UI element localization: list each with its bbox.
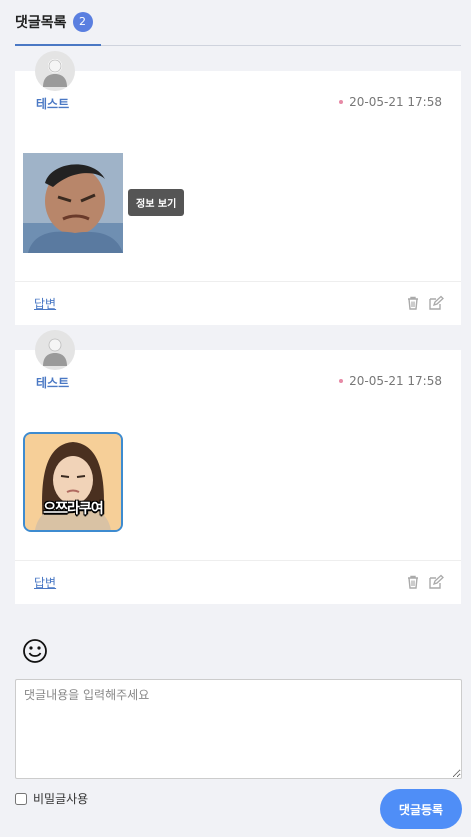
reply-link[interactable]: 답변 [34,295,56,312]
comment-photo[interactable] [23,153,123,253]
sticker-caption: 으쯔라쿠여 [43,501,103,517]
divider [15,560,461,561]
trash-icon[interactable] [405,574,421,590]
comment-tab-bar: 댓글목록 2 [15,0,461,46]
avatar [35,330,75,370]
comment-author[interactable]: 테스트 [36,374,69,391]
comment-author[interactable]: 테스트 [36,95,69,112]
secret-label: 비밀글사용 [33,792,89,806]
edit-icon[interactable] [428,574,444,590]
secret-option[interactable]: 비밀글사용 [15,790,88,807]
comment-sticker[interactable]: 으쯔라쿠여 [23,432,123,532]
trash-icon[interactable] [405,295,421,311]
tab-comment-list-label: 댓글목록 [15,15,67,31]
comment-textarea[interactable] [15,679,462,779]
comment-card: 테스트 20-05-21 17:58 으쯔라쿠여 답변 [15,330,461,604]
tab-comment-list[interactable]: 댓글목록 2 [15,0,101,46]
submit-comment-button[interactable]: 댓글등록 [380,789,462,829]
user-avatar-icon [43,338,67,366]
photo-icon [23,153,123,253]
secret-checkbox[interactable] [15,792,27,805]
comment-count-badge: 2 [72,12,93,32]
date-dot-icon [339,99,344,104]
avatar [35,51,75,91]
info-tooltip: 정보 보기 [128,189,185,216]
comment-card: 테스트 20-05-21 17:58 정보 보기 답변 [15,51,461,325]
edit-icon[interactable] [428,295,444,311]
user-avatar-icon [43,59,67,87]
comment-date-text: 20-05-21 17:58 [349,374,442,388]
divider [15,281,461,282]
comment-date: 20-05-21 17:58 [339,374,442,388]
date-dot-icon [339,378,344,383]
comment-date: 20-05-21 17:58 [339,95,442,109]
comment-date-text: 20-05-21 17:58 [349,95,442,109]
smiley-icon[interactable] [22,638,48,664]
reply-link[interactable]: 답변 [34,574,56,591]
